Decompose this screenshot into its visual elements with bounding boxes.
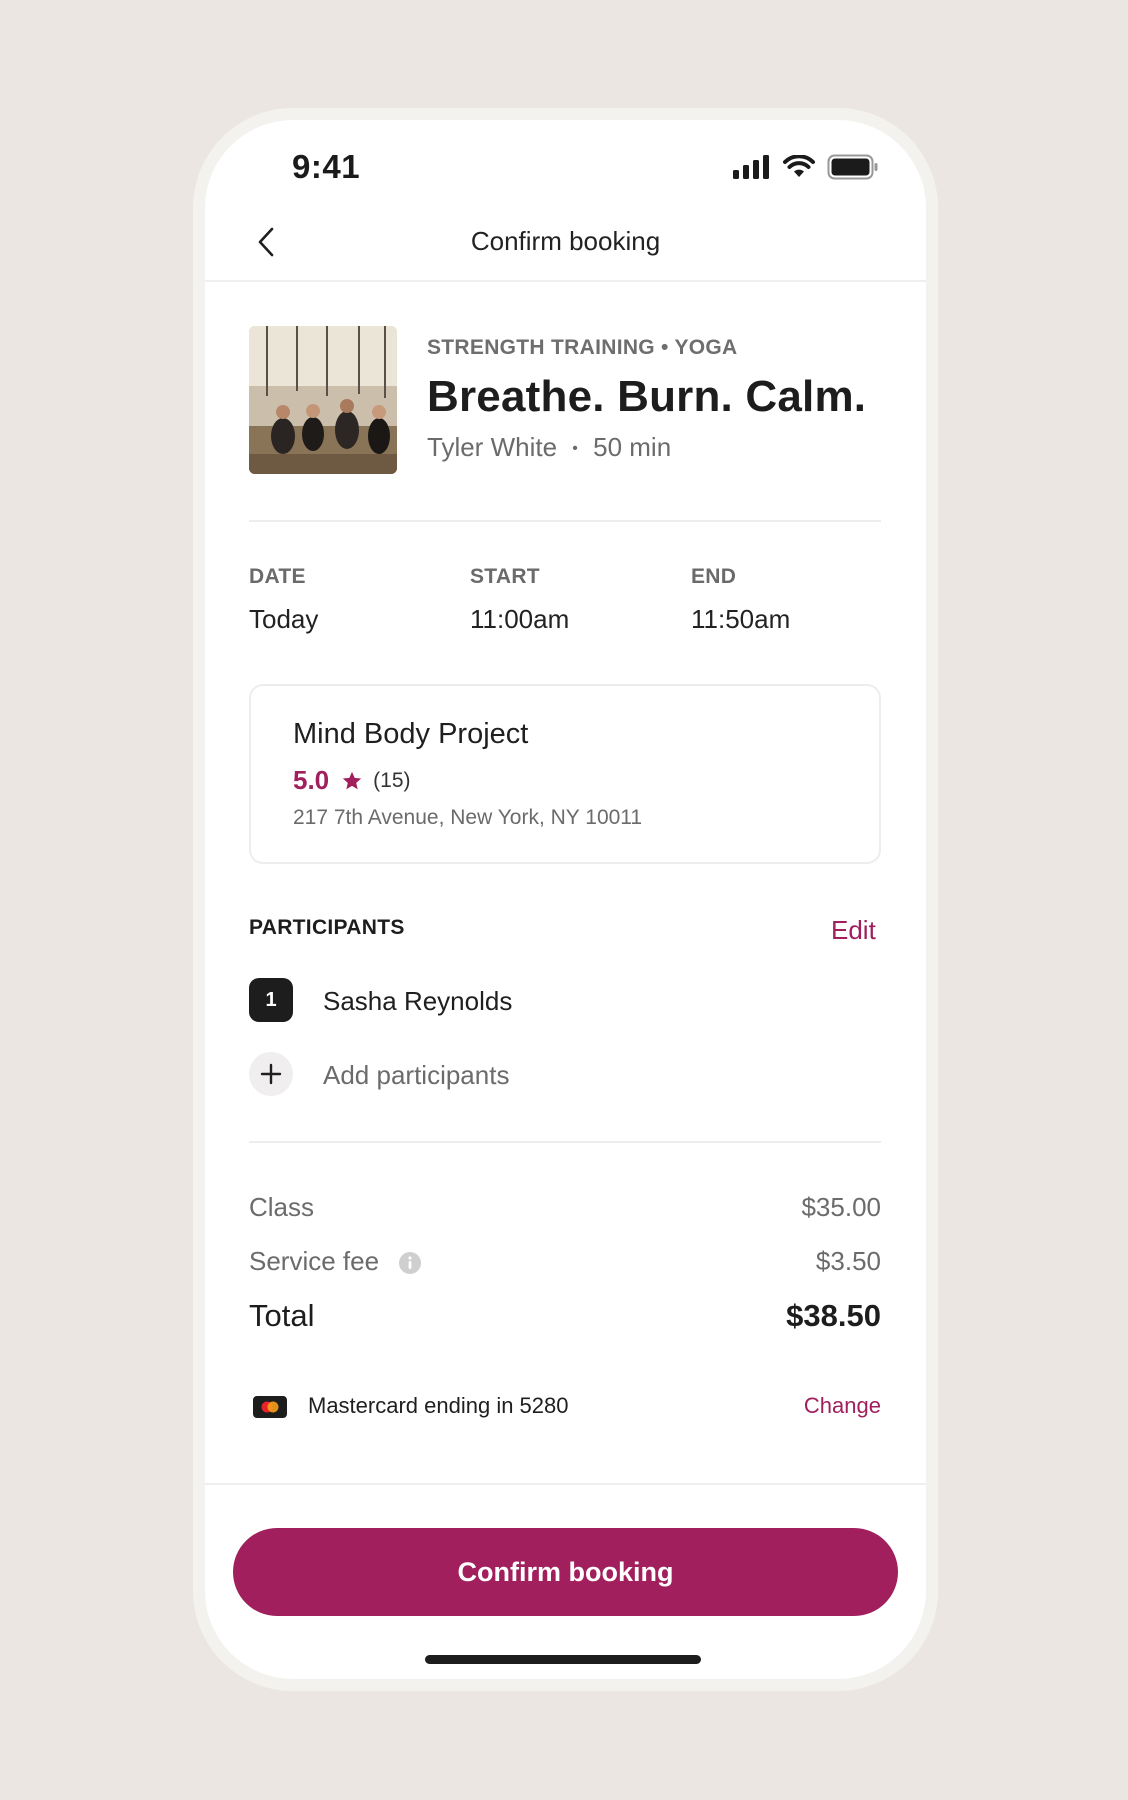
battery-icon [827,154,878,180]
class-category: STRENGTH TRAINING • YOGA [427,336,738,359]
add-participant-button[interactable] [249,1052,293,1096]
class-meta: Tyler White • 50 min [427,432,671,463]
start-label: START [470,565,540,588]
class-price-label: Class [249,1192,315,1222]
payment-method-label: Mastercard ending in 5280 [308,1393,569,1418]
add-participants-label[interactable]: Add participants [323,1060,509,1091]
end-value: 11:50am [691,604,791,634]
total-label: Total [249,1298,315,1333]
divider [249,1141,881,1143]
class-duration: 50 min [593,432,672,462]
total-value: $38.50 [786,1298,881,1333]
venue-rating-row: 5.0 (15) [293,765,411,796]
venue-address: 217 7th Avenue, New York, NY 10011 [293,806,643,829]
nav-divider [205,280,926,282]
footer-divider [205,1483,926,1485]
venue-name: Mind Body Project [293,718,529,750]
class-price-value: $35.00 [801,1192,881,1222]
page-title: Confirm booking [470,226,661,256]
meta-separator: • [572,440,578,457]
divider [249,520,881,522]
venue-rating: 5.0 [293,765,330,795]
phone-screen: 9:41 Confirm booking STRENGTH TRAINING •… [205,120,926,1679]
start-value: 11:00am [470,604,570,634]
home-indicator [425,1655,701,1664]
instructor-name: Tyler White [427,432,558,462]
star-icon [342,771,362,789]
change-payment-link[interactable]: Change [804,1393,881,1419]
service-fee-value: $3.50 [815,1246,881,1276]
participant-number-badge: 1 [249,978,293,1022]
plus-icon [260,1063,282,1085]
signal-icon [733,155,769,179]
date-value: Today [249,604,319,634]
class-thumbnail [249,326,397,474]
venue-review-count: (15) [373,768,411,792]
date-label: DATE [249,565,306,588]
end-label: END [691,565,737,588]
info-icon[interactable] [398,1251,422,1275]
wifi-icon [783,155,815,177]
class-title: Breathe. Burn. Calm. [427,372,867,421]
participants-heading: PARTICIPANTS [249,916,405,939]
service-fee-label: Service fee [249,1246,380,1276]
status-icons [733,154,879,180]
confirm-booking-button[interactable]: Confirm booking [233,1528,898,1616]
status-time: 9:41 [292,148,361,185]
edit-participants-link[interactable]: Edit [831,915,876,946]
participant-name: Sasha Reynolds [323,986,513,1016]
mastercard-icon [253,1396,287,1418]
